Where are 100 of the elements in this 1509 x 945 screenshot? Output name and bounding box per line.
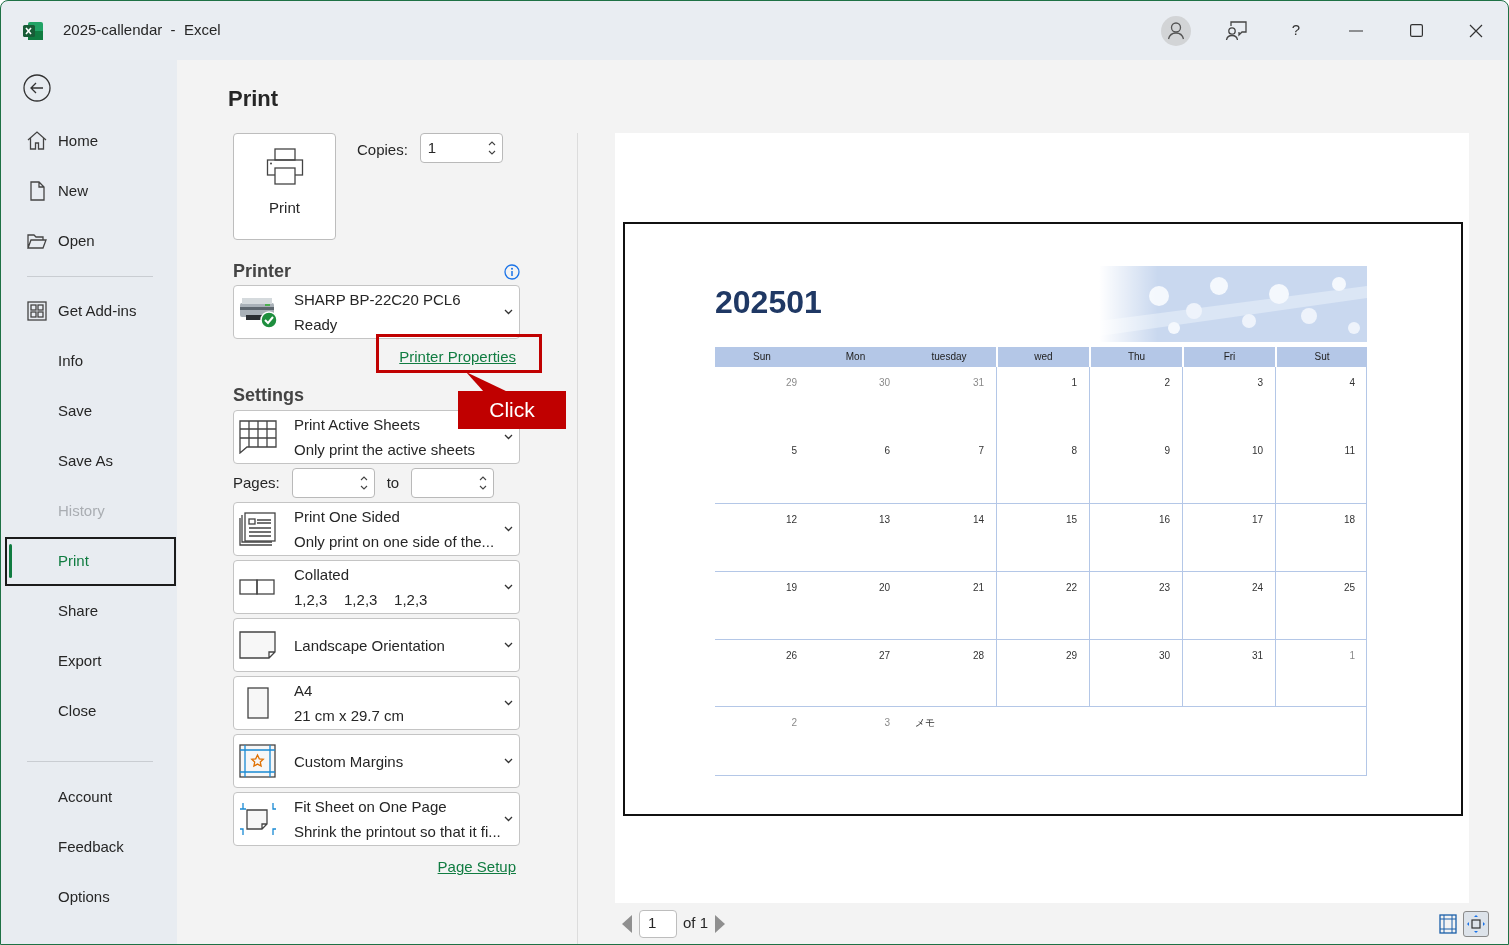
sidebar-item[interactable]: Options	[1, 872, 177, 922]
day-number: 9	[1164, 445, 1170, 456]
day-number: 24	[1251, 582, 1263, 593]
weekday-header: Sut	[1275, 347, 1367, 367]
day-number: 22	[1065, 582, 1077, 593]
day-number: 31	[1251, 650, 1263, 661]
caret-icon	[504, 642, 513, 648]
caret-icon	[504, 434, 513, 440]
printer-dropdown[interactable]: SHARP BP-22C20 PCL6 Ready	[233, 285, 520, 339]
page-to-field[interactable]	[411, 468, 495, 498]
day-number: 13	[878, 514, 890, 525]
next-page-icon[interactable]	[714, 913, 727, 934]
copies-field[interactable]: 1	[419, 133, 503, 163]
day-number: 12	[785, 514, 797, 525]
sidebar-item[interactable]: New	[1, 166, 177, 216]
day-number: 8	[1071, 445, 1077, 456]
printer-icon	[265, 148, 304, 186]
weekday-header: Thu	[1089, 347, 1182, 367]
sidebar-item[interactable]: Export	[1, 636, 177, 686]
sidebar-item[interactable]: Save	[1, 386, 177, 436]
weekday-header: Fri	[1182, 347, 1275, 367]
day-number: 26	[785, 650, 797, 661]
day-number: 15	[1065, 514, 1077, 525]
section-heading: Settings	[233, 384, 304, 407]
day-number: 21	[972, 582, 984, 593]
page-setup-link[interactable]: Page Setup	[437, 856, 516, 879]
day-number: 19	[785, 582, 797, 593]
day-number: 30	[1158, 650, 1170, 661]
account-avatar-icon[interactable]	[1161, 15, 1191, 46]
sidebar-item[interactable]: Open	[1, 216, 177, 266]
show-margins-icon[interactable]	[1439, 913, 1457, 934]
day-number: 4	[1349, 377, 1355, 388]
fit-page-icon	[239, 802, 277, 836]
help-button[interactable]: ?	[1266, 10, 1326, 51]
day-number: 10	[1251, 445, 1263, 456]
callout-pointer	[466, 372, 508, 392]
memo-label: メモ	[915, 717, 935, 728]
previous-page-icon[interactable]	[621, 913, 633, 934]
day-number: 11	[1344, 445, 1355, 456]
sidebar-item[interactable]: Get Add-ins	[1, 286, 177, 336]
calendar-title: 202501	[715, 284, 822, 320]
settings-dropdown[interactable]: Landscape Orientation	[233, 618, 520, 672]
spinner-arrows-icon[interactable]	[359, 475, 368, 491]
spreadsheet-logo-icon	[22, 20, 44, 41]
margins-icon	[239, 744, 277, 778]
sidebar-item[interactable]: Print	[5, 536, 176, 586]
day-number: 27	[878, 650, 890, 661]
printer-properties-link[interactable]: Printer Properties	[399, 346, 516, 381]
minimize-icon[interactable]	[1349, 29, 1363, 32]
spreadsheet-icon	[239, 420, 277, 454]
collated-pages-icon	[239, 579, 277, 595]
weekday-header: Sun	[715, 347, 809, 367]
day-number: 20	[878, 582, 890, 593]
day-number: 2	[791, 717, 797, 728]
section-heading: Printer	[233, 260, 292, 283]
page-number-field[interactable]: 1	[639, 909, 677, 938]
printer-ready-icon	[238, 295, 278, 329]
day-number: 3	[884, 717, 890, 728]
close-icon[interactable]	[1469, 23, 1483, 38]
caret-icon	[504, 700, 513, 706]
day-number: 18	[1343, 514, 1355, 525]
info-icon[interactable]	[504, 263, 520, 280]
home-icon	[26, 130, 48, 152]
sidebar-item[interactable]: Info	[1, 336, 177, 386]
feedback-icon[interactable]	[1225, 19, 1247, 42]
day-number: 29	[785, 377, 797, 388]
zoom-to-page-button[interactable]	[1463, 910, 1489, 937]
settings-dropdown[interactable]: Custom Margins	[233, 734, 520, 788]
caret-icon	[504, 758, 513, 764]
settings-dropdown[interactable]: Collated 1,2,3 1,2,3 1,2,3	[233, 560, 520, 614]
caret-icon	[504, 309, 513, 315]
day-number: 28	[972, 650, 984, 661]
page-from-field[interactable]	[291, 468, 375, 498]
caret-icon	[504, 816, 513, 822]
day-number: 23	[1158, 582, 1170, 593]
settings-dropdown[interactable]: Print One Sided Only print on one side of the...	[233, 502, 520, 556]
print-button[interactable]: Print	[233, 133, 336, 240]
settings-dropdown[interactable]: A4 21 cm x 29.7 cm	[233, 676, 520, 730]
caret-icon	[504, 526, 513, 532]
day-number: 6	[884, 445, 890, 456]
sidebar-item[interactable]: Account	[1, 772, 177, 822]
day-number: 5	[791, 445, 797, 456]
maximize-icon[interactable]	[1409, 24, 1423, 37]
weekday-header: Mon	[809, 347, 902, 367]
page-title: Print	[228, 86, 279, 111]
back-icon[interactable]	[23, 74, 51, 102]
window-title: 2025-callendar - Excel	[63, 20, 221, 41]
caret-icon	[504, 584, 513, 590]
portrait-page-icon	[247, 687, 269, 719]
sidebar-item[interactable]: Save As	[1, 436, 177, 486]
page-lines-icon	[239, 512, 277, 546]
sidebar-item[interactable]: Share	[1, 586, 177, 636]
sidebar-item[interactable]: Home	[1, 116, 177, 166]
sidebar-item[interactable]: Feedback	[1, 822, 177, 872]
day-number: 1	[1349, 650, 1355, 661]
sidebar-item[interactable]: Close	[1, 686, 177, 736]
spinner-arrows-icon[interactable]	[487, 140, 496, 156]
spinner-arrows-icon[interactable]	[479, 475, 488, 491]
page-count: of 1	[683, 913, 709, 934]
settings-dropdown[interactable]: Fit Sheet on One Page Shrink the printout so that it fi...	[233, 792, 520, 846]
